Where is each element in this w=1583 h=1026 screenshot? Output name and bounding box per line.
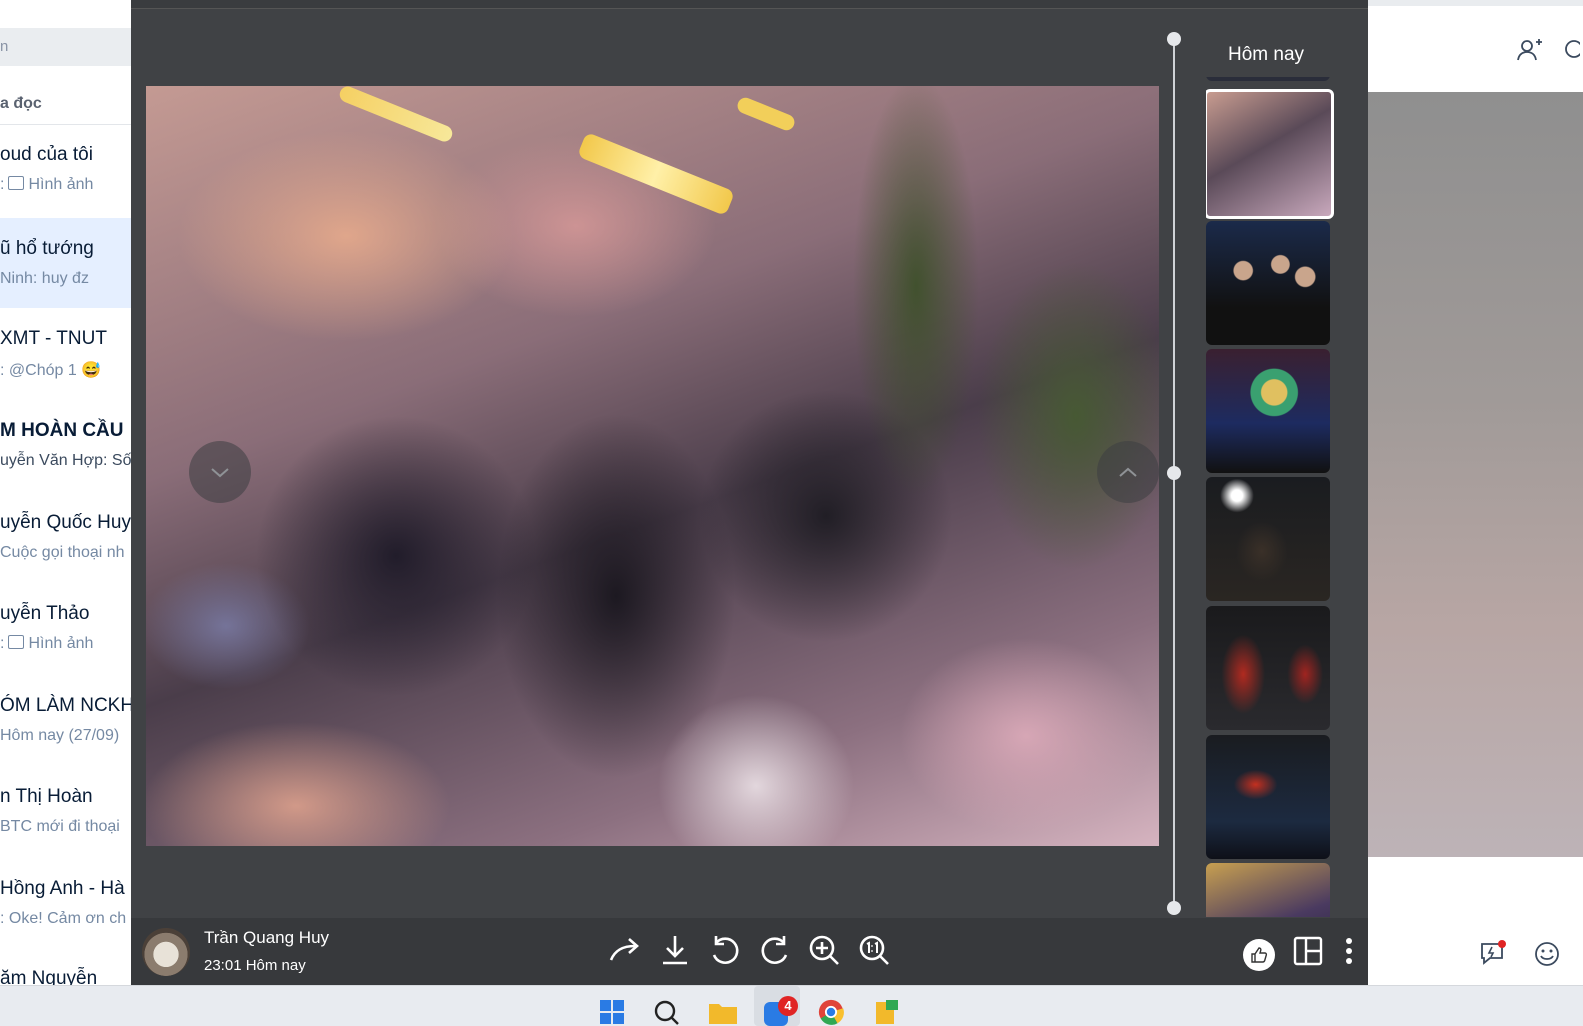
conversation-name: uyễn Thảo xyxy=(0,603,90,624)
add-friend-icon[interactable] xyxy=(1515,36,1543,64)
thumbnail-selected[interactable] xyxy=(1206,89,1334,219)
conversation-name: M HOÀN CẦU xyxy=(0,420,124,441)
like-button[interactable] xyxy=(1243,939,1275,971)
zalo-taskbar-button[interactable]: 4 xyxy=(754,986,800,1026)
conversation-item[interactable]: ũ hổ tướng Ninh: huy đz xyxy=(0,218,140,308)
taskbar: 4 xyxy=(0,985,1583,1026)
next-photo-button[interactable] xyxy=(1097,441,1159,503)
thumbnail[interactable] xyxy=(1206,477,1330,601)
windows-start-icon[interactable] xyxy=(598,998,626,1026)
conversation-item[interactable]: uyễn Thảo : Hình ảnh xyxy=(0,593,140,683)
main-photo xyxy=(146,86,1159,846)
conversation-preview: : @Chóp 1 😅 xyxy=(0,362,102,379)
chat-pane xyxy=(1368,0,1583,985)
thumbnail-strip[interactable] xyxy=(1206,77,1334,917)
rotate-left-icon[interactable] xyxy=(707,932,743,968)
conversation-item[interactable]: oud của tôi : Hình ảnh xyxy=(0,134,140,224)
chevron-up-icon xyxy=(1119,467,1137,477)
timeline-current-dot[interactable] xyxy=(1167,466,1181,480)
light-streak xyxy=(576,131,736,217)
conversation-item[interactable]: M HOÀN CẦU uyễn Văn Hợp: Số xyxy=(0,410,140,500)
conversation-item[interactable]: ăm Nguyễn xyxy=(0,958,140,985)
thumbnail-date-label: Hôm nay xyxy=(1227,44,1305,65)
chrome-icon[interactable] xyxy=(816,998,846,1026)
divider xyxy=(0,124,140,125)
conversation-name: ũ hổ tướng xyxy=(0,238,94,259)
conversation-item[interactable]: Hồng Anh - Hà : Oke! Cảm ơn ch xyxy=(0,868,140,958)
quick-message-icon[interactable] xyxy=(1478,938,1508,968)
conversation-item[interactable]: XMT - TNUT : @Chóp 1 😅 xyxy=(0,318,140,408)
emoji-icon[interactable] xyxy=(1533,940,1561,968)
conversation-preview: Ninh: huy đz xyxy=(0,270,89,287)
notification-badge: 4 xyxy=(778,996,798,1016)
light-streak xyxy=(337,86,455,144)
search-placeholder: n xyxy=(0,38,9,55)
download-icon[interactable] xyxy=(657,932,693,968)
conversation-preview: : Hình ảnh xyxy=(0,635,94,652)
conversation-preview: Cuộc gọi thoại nh xyxy=(0,544,125,561)
previous-photo-button[interactable] xyxy=(189,441,251,503)
timeline-start-dot[interactable] xyxy=(1167,32,1181,46)
conversation-item[interactable]: uyễn Quốc Huy Cuộc gọi thoại nh xyxy=(0,502,140,592)
thumbnail[interactable] xyxy=(1206,77,1330,81)
light-streak xyxy=(735,95,797,133)
thumbnail[interactable] xyxy=(1206,863,1330,917)
file-explorer-icon[interactable] xyxy=(707,998,739,1026)
conversation-preview: Hôm nay (27/09) xyxy=(0,727,120,744)
image-icon xyxy=(8,176,25,190)
share-icon[interactable] xyxy=(607,932,643,968)
title-bar xyxy=(1368,0,1583,6)
conversation-name: oud của tôi xyxy=(0,144,93,165)
image-viewer: Hôm nay Trần Quang Huy 23:01 Hôm nay xyxy=(131,0,1368,985)
thumbnail[interactable] xyxy=(1206,735,1330,859)
search-input[interactable]: n xyxy=(0,28,140,66)
blurred-background xyxy=(1368,92,1583,857)
search-icon[interactable] xyxy=(1560,36,1580,64)
conversation-name: XMT - TNUT xyxy=(0,328,107,349)
sent-time: 23:01 Hôm nay xyxy=(204,957,306,974)
conversation-name: Hồng Anh - Hà xyxy=(0,878,125,899)
conversation-preview: uyễn Văn Hợp: Số xyxy=(0,452,132,469)
conversation-preview: BTC mới đi thoại xyxy=(0,818,120,835)
chevron-down-icon xyxy=(211,468,229,478)
rotate-right-icon[interactable] xyxy=(757,932,793,968)
conversation-item[interactable]: n Thị Hoàn BTC mới đi thoại xyxy=(0,776,140,866)
actual-size-icon[interactable] xyxy=(856,932,892,968)
viewer-title-bar[interactable] xyxy=(131,0,1368,9)
conversation-preview: : Oke! Cảm ơn ch xyxy=(0,910,127,927)
thumbnail[interactable] xyxy=(1206,349,1330,473)
zoom-in-icon[interactable] xyxy=(806,932,842,968)
app-icon[interactable] xyxy=(872,998,902,1026)
conversation-list: n a đọc oud của tôi : Hình ảnh ũ hổ tướng… xyxy=(0,0,140,985)
conversation-item[interactable]: ÓM LÀM NCKH Hôm nay (27/09) xyxy=(0,685,140,775)
conversation-name: ăm Nguyễn xyxy=(0,968,98,985)
more-icon[interactable] xyxy=(1336,934,1362,968)
like-icon xyxy=(1251,947,1268,963)
search-icon[interactable] xyxy=(652,998,680,1026)
sender-name: Trần Quang Huy xyxy=(204,928,330,947)
thumbnail[interactable] xyxy=(1206,606,1330,730)
timeline-end-dot[interactable] xyxy=(1167,901,1181,915)
conversation-name: uyễn Quốc Huy xyxy=(0,512,131,533)
filter-unread-tab[interactable]: a đọc xyxy=(0,95,42,113)
layout-icon[interactable] xyxy=(1291,934,1325,968)
avatar[interactable] xyxy=(142,928,190,976)
conversation-name: ÓM LÀM NCKH xyxy=(0,695,135,716)
conversation-name: n Thị Hoàn xyxy=(0,786,93,807)
conversation-preview: : Hình ảnh xyxy=(0,176,94,193)
image-icon xyxy=(8,635,25,649)
thumbnail[interactable] xyxy=(1206,221,1330,345)
viewer-bottom-bar: Trần Quang Huy 23:01 Hôm nay xyxy=(131,918,1368,985)
